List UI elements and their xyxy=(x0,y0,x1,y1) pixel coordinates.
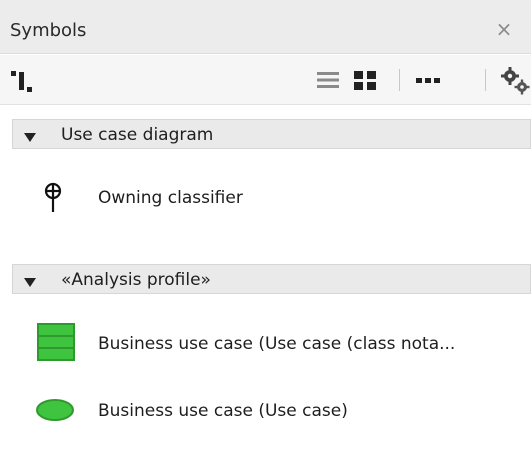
section-label: Use case diagram xyxy=(61,125,214,145)
panel-titlebar: Symbols × xyxy=(0,0,531,54)
collapse-arrow-icon[interactable] xyxy=(23,129,37,148)
ellipse-icon xyxy=(35,397,75,423)
list-view-icon[interactable] xyxy=(316,68,340,92)
section-header-analysis-profile[interactable]: «Analysis profile» xyxy=(12,264,531,294)
grid-view-icon[interactable] xyxy=(353,68,377,92)
close-icon[interactable]: × xyxy=(492,17,516,41)
list-item-business-use-case[interactable]: Business use case (Use case) xyxy=(30,389,531,433)
list-item-business-use-case-class-notation[interactable]: Business use case (Use case (class nota.… xyxy=(30,322,531,366)
toolbar-separator xyxy=(485,69,486,91)
panel-title: Symbols xyxy=(10,20,87,41)
settings-gears-icon[interactable] xyxy=(500,66,531,96)
item-label: Owning classifier xyxy=(98,188,243,208)
section-label: «Analysis profile» xyxy=(61,270,211,290)
more-icon[interactable] xyxy=(414,68,442,92)
toolbar-separator xyxy=(399,69,400,91)
item-label: Business use case (Use case (class nota.… xyxy=(98,334,456,354)
list-item-owning-classifier[interactable]: Owning classifier xyxy=(30,176,531,220)
item-label: Business use case (Use case) xyxy=(98,401,348,421)
snap-layout-icon[interactable] xyxy=(10,68,34,94)
symbols-panel: Symbols × Use case diagram Owning classi… xyxy=(0,0,531,468)
owning-classifier-icon xyxy=(42,182,64,214)
class-notation-icon xyxy=(37,323,75,361)
section-header-use-case-diagram[interactable]: Use case diagram xyxy=(12,119,531,149)
panel-toolbar xyxy=(0,55,531,105)
collapse-arrow-icon[interactable] xyxy=(23,274,37,293)
